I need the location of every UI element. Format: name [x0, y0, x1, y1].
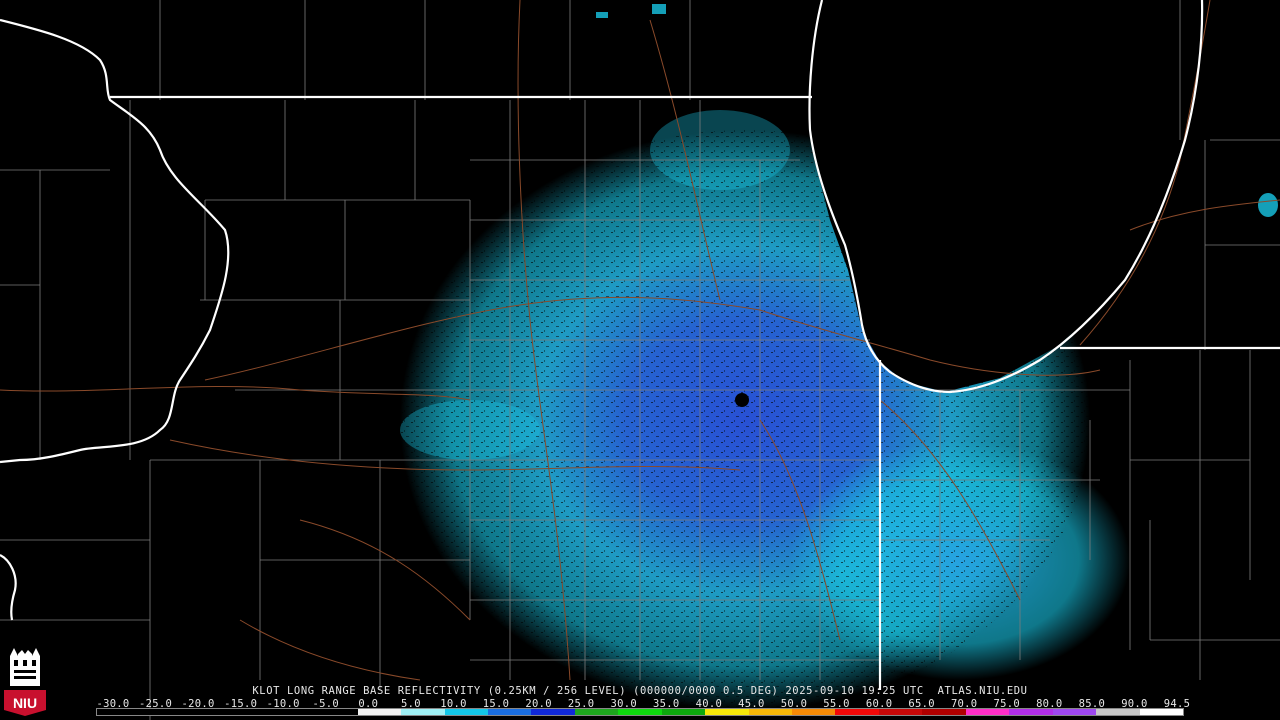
niu-logo-text: NIU [13, 695, 37, 711]
lake-michigan [808, 0, 1202, 392]
colorbar-segment [965, 709, 1010, 715]
colorbar-segment [97, 709, 141, 715]
colorbar-segment [227, 709, 271, 715]
radar-site-marker [735, 393, 749, 407]
radar-map [0, 0, 1280, 720]
colorbar-segment [618, 709, 662, 715]
colorbar-segment [1139, 709, 1183, 715]
colorbar-segment [574, 709, 619, 715]
colorbar-segment [444, 709, 488, 715]
colorbar-segment [357, 709, 402, 715]
colorbar-segment [922, 709, 966, 715]
colorbar-segment [878, 709, 923, 715]
colorbar-segment [1052, 709, 1097, 715]
colorbar-segment [835, 709, 879, 715]
colorbar-segment [183, 709, 228, 715]
colorbar-segment [270, 709, 315, 715]
colorbar-segment [401, 709, 445, 715]
product-caption: KLOT LONG RANGE BASE REFLECTIVITY (0.25K… [252, 685, 1028, 697]
colorbar-segment [140, 709, 184, 715]
colorbar-segment [1096, 709, 1140, 715]
colorbar-segment [792, 709, 836, 715]
colorbar-segment [705, 709, 749, 715]
colorbar-segment [748, 709, 792, 715]
colorbar-segment [487, 709, 532, 715]
colorbar-segment [314, 709, 358, 715]
colorbar-segment [661, 709, 706, 715]
reflectivity-colorbar [96, 708, 1184, 716]
colorbar-segment [531, 709, 575, 715]
colorbar-segment [1009, 709, 1053, 715]
niu-logo-icon: NIU [4, 646, 46, 716]
